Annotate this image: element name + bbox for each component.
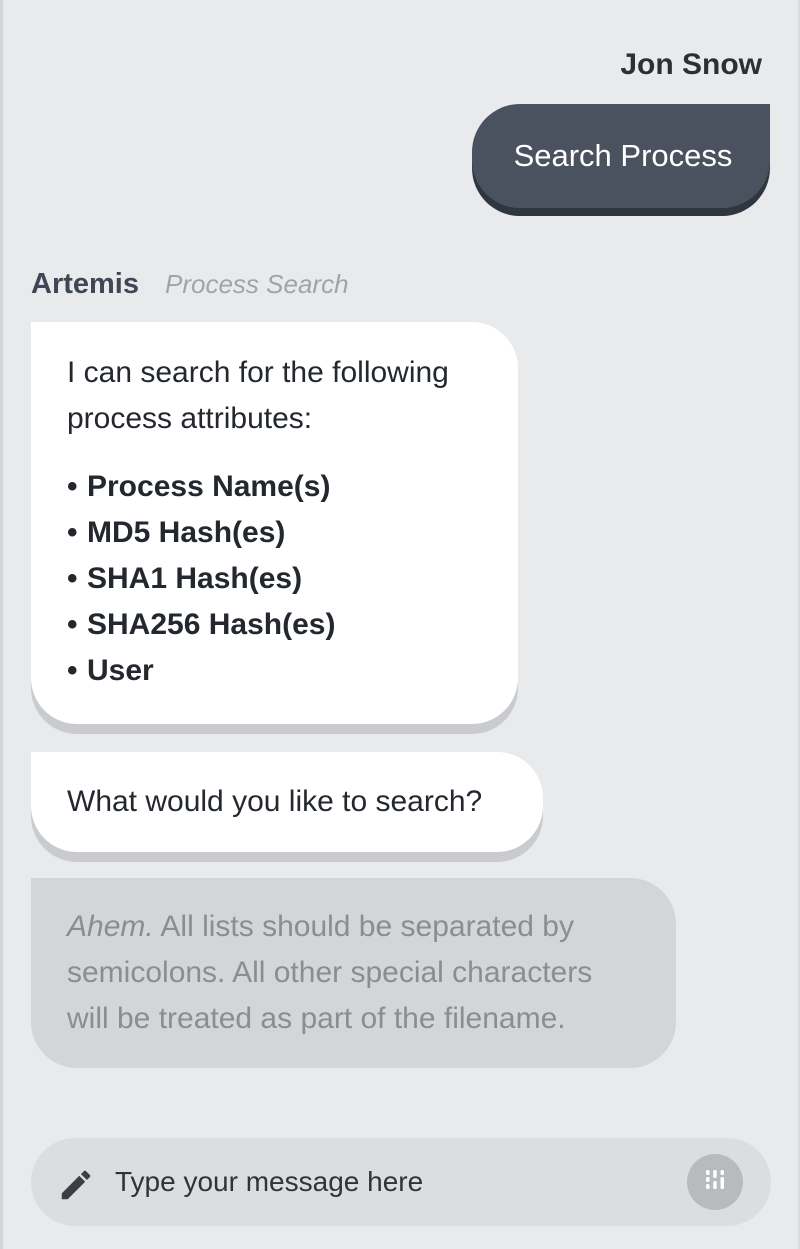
user-message-bubble: Search Process [472, 104, 770, 208]
attribute-list: • Process Name(s) • MD5 Hash(es) • SHA1 Has… [67, 464, 482, 694]
bullet: • [67, 654, 78, 687]
options-icon [699, 1164, 731, 1201]
bullet: • [67, 470, 78, 503]
message-composer [31, 1138, 771, 1226]
bot-name: Artemis [31, 268, 139, 300]
user-sender-name: Jon Snow [620, 48, 762, 81]
bullet: • [67, 516, 78, 549]
attribute-label: MD5 Hash(es) [87, 516, 286, 549]
bot-question-text: What would you like to search? [67, 785, 483, 818]
composer-options-button[interactable] [687, 1154, 743, 1210]
warning-emphasis: Ahem. [67, 910, 154, 943]
bot-context-label: Process Search [165, 269, 349, 299]
list-item: • SHA1 Hash(es) [67, 556, 482, 602]
attribute-label: Process Name(s) [87, 470, 331, 503]
frame-border-left [0, 0, 3, 1249]
list-item: • SHA256 Hash(es) [67, 602, 482, 648]
bot-header: Artemis Process Search [31, 268, 349, 301]
attribute-label: SHA1 Hash(es) [87, 562, 303, 595]
message-input[interactable] [115, 1156, 675, 1208]
list-item: • Process Name(s) [67, 464, 482, 510]
user-message-text: Search Process [513, 138, 733, 173]
bullet: • [67, 562, 78, 595]
bot-intro-bubble: I can search for the following process a… [31, 322, 518, 724]
attribute-label: SHA256 Hash(es) [87, 608, 336, 641]
pencil-icon [57, 1166, 95, 1204]
bot-intro-text: I can search for the following process a… [67, 356, 449, 435]
bullet: • [67, 608, 78, 641]
bot-question-bubble: What would you like to search? [31, 752, 543, 852]
list-item: • User [67, 648, 482, 694]
bot-warning-bubble: Ahem. All lists should be separated by s… [31, 878, 676, 1068]
attribute-label: User [87, 654, 154, 687]
list-item: • MD5 Hash(es) [67, 510, 482, 556]
